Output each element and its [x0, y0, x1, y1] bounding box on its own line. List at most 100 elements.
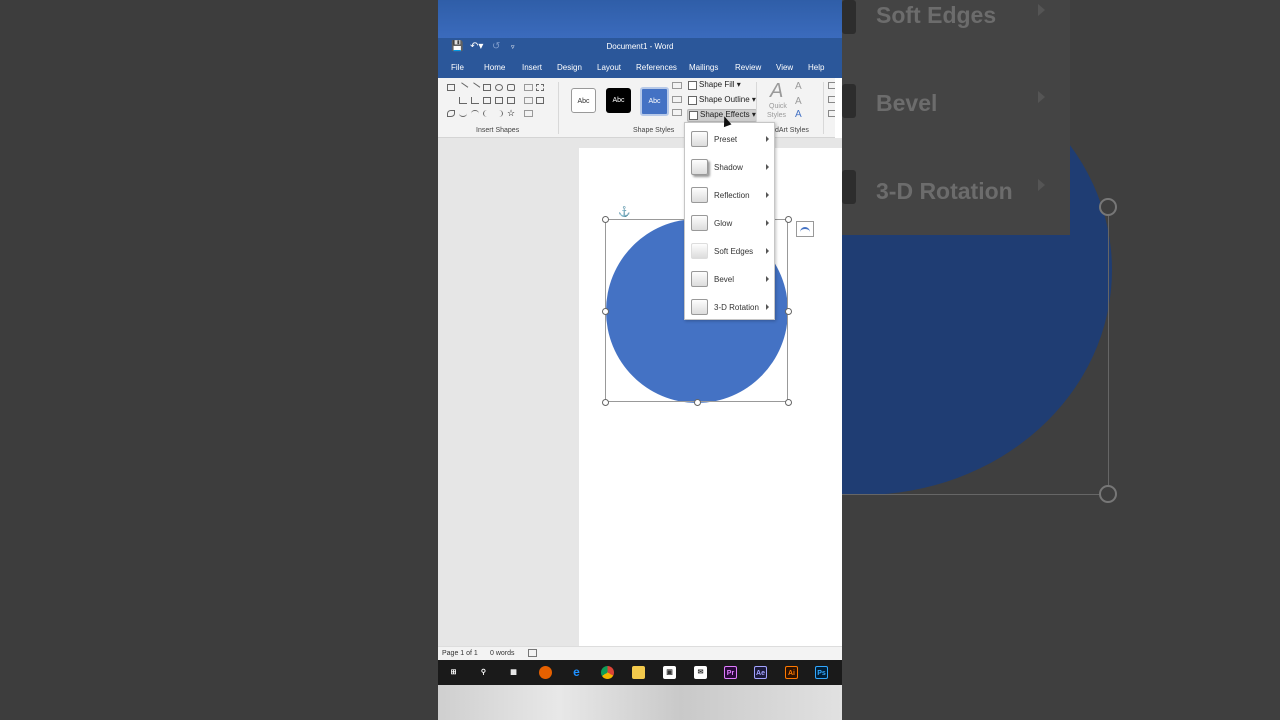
resize-handle[interactable] [785, 308, 792, 315]
bracket-shape-icon[interactable] [507, 97, 515, 104]
layout-options-icon[interactable] [796, 221, 814, 237]
gallery-scroll-icon[interactable] [524, 84, 533, 91]
menu-label: Preset [714, 135, 738, 144]
tab-file[interactable]: File [451, 63, 464, 72]
freeform-shape-icon[interactable] [471, 110, 479, 117]
illustrator-icon[interactable]: Ai [785, 666, 798, 679]
edge-icon[interactable]: e [570, 666, 583, 679]
word-count[interactable]: 0 words [490, 650, 515, 657]
style-blue-selected[interactable]: Abc [640, 87, 669, 116]
shapes-gallery[interactable]: ☆ [445, 82, 535, 122]
menu-item-3d-rotation[interactable]: 3-D Rotation [685, 293, 774, 321]
menu-label: 3-D Rotation [714, 303, 759, 312]
resize-handle[interactable] [785, 399, 792, 406]
style-white-outline[interactable]: Abc [571, 88, 596, 113]
tab-references[interactable]: References [636, 63, 677, 72]
task-view-icon[interactable]: ▦ [507, 666, 520, 679]
quick-styles-label-2[interactable]: Styles [767, 112, 786, 119]
menu-item-preset[interactable]: Preset [685, 125, 774, 153]
tab-review[interactable]: Review [735, 63, 761, 72]
resize-handle[interactable] [602, 399, 609, 406]
resize-handle[interactable] [694, 399, 701, 406]
tab-layout[interactable]: Layout [597, 63, 621, 72]
pen-icon [688, 96, 697, 105]
arrow-line-shape-icon[interactable] [469, 82, 481, 93]
elbow-arrow-icon[interactable] [471, 97, 479, 104]
text-outline-icon[interactable]: A [795, 96, 802, 107]
tab-view[interactable]: View [776, 63, 793, 72]
resize-handle[interactable] [602, 308, 609, 315]
line-shape-icon[interactable] [457, 82, 469, 93]
preset-icon [691, 131, 708, 147]
right-arrow-shape-icon[interactable] [483, 97, 491, 104]
text-box-icon[interactable] [536, 97, 544, 104]
star-shape-icon[interactable]: ☆ [507, 109, 515, 118]
text-box-shape-icon[interactable] [447, 84, 455, 91]
photoshop-icon[interactable]: Ps [815, 666, 828, 679]
menu-item-shadow[interactable]: Shadow [685, 153, 774, 181]
firefox-icon[interactable] [539, 666, 552, 679]
style-black[interactable]: Abc [606, 88, 631, 113]
zoomed-item-soft-edges: Soft Edges [876, 2, 997, 28]
shape-fill-button[interactable]: Shape Fill ▾ [687, 80, 741, 93]
styles-scroll-down-icon[interactable] [672, 96, 682, 103]
styles-scroll-up-icon[interactable] [672, 82, 682, 89]
right-zoom-panel: Soft Edges Bevel 3-D Rotation [842, 0, 1280, 720]
rectangle-shape-icon[interactable] [483, 84, 491, 91]
soft-edges-icon [691, 243, 708, 259]
tab-help[interactable]: Help [808, 63, 824, 72]
resize-handle[interactable] [785, 216, 792, 223]
wordart-styles-label: dArt Styles [775, 127, 809, 134]
submenu-arrow-icon [766, 136, 769, 142]
styles-more-icon[interactable] [672, 109, 682, 116]
window-title: Document1 - Word [606, 42, 674, 51]
windows-icon[interactable]: ⊞ [447, 666, 460, 679]
elbow-connector-icon[interactable] [459, 97, 467, 104]
gallery-more-icon[interactable] [524, 110, 533, 117]
proofing-icon[interactable] [528, 649, 537, 657]
text-effects-icon[interactable]: A [795, 109, 802, 120]
rounded-rect-shape-icon[interactable] [507, 84, 515, 91]
mail-icon[interactable]: ✉ [694, 666, 707, 679]
blurred-header [438, 0, 842, 38]
store-icon[interactable]: ▣ [663, 666, 676, 679]
text-fill-icon[interactable]: A [795, 81, 802, 92]
shape-outline-button[interactable]: Shape Outline ▾ [687, 95, 756, 108]
zoomed-arrow-icon [1038, 91, 1045, 103]
down-arrow-shape-icon[interactable] [495, 97, 503, 104]
menu-item-soft-edges[interactable]: Soft Edges [685, 237, 774, 265]
file-explorer-icon[interactable] [632, 666, 645, 679]
resize-handle[interactable] [602, 216, 609, 223]
tab-home[interactable]: Home [484, 63, 505, 72]
menu-label: Shadow [714, 163, 743, 172]
menu-item-bevel[interactable]: Bevel [685, 265, 774, 293]
chrome-icon[interactable] [601, 666, 614, 679]
quick-styles-label-1[interactable]: Quick [769, 103, 787, 110]
zoomed-arrow-icon [1038, 179, 1045, 191]
menu-item-glow[interactable]: Glow [685, 209, 774, 237]
left-brace-icon[interactable] [483, 110, 491, 117]
quick-styles-icon[interactable]: A [770, 80, 783, 103]
after-effects-icon[interactable]: Ae [754, 666, 767, 679]
menu-item-reflection[interactable]: Reflection [685, 181, 774, 209]
anchor-icon[interactable]: ⚓ [618, 207, 630, 218]
gallery-scroll-icon[interactable] [524, 97, 533, 104]
search-icon[interactable]: ⚲ [477, 666, 490, 679]
zoomed-soft-edges-icon [842, 0, 856, 34]
zoomed-bevel-icon [842, 84, 856, 118]
premiere-icon[interactable]: Pr [724, 666, 737, 679]
curve-shape-icon[interactable] [447, 110, 455, 117]
edit-shape-icon[interactable] [536, 84, 544, 91]
arc-shape-icon[interactable] [459, 110, 467, 117]
oval-shape-icon[interactable] [495, 84, 503, 91]
tab-mailings[interactable]: Mailings [689, 63, 718, 72]
ribbon-edge [835, 78, 842, 138]
right-brace-icon[interactable] [495, 110, 503, 117]
zoomed-arrow-icon [1038, 4, 1045, 16]
tab-design[interactable]: Design [557, 63, 582, 72]
triangle-shape-icon[interactable] [447, 97, 455, 104]
page-count[interactable]: Page 1 of 1 [442, 650, 478, 657]
tab-insert[interactable]: Insert [522, 63, 542, 72]
shadow-icon [691, 159, 708, 175]
divider [823, 82, 824, 134]
